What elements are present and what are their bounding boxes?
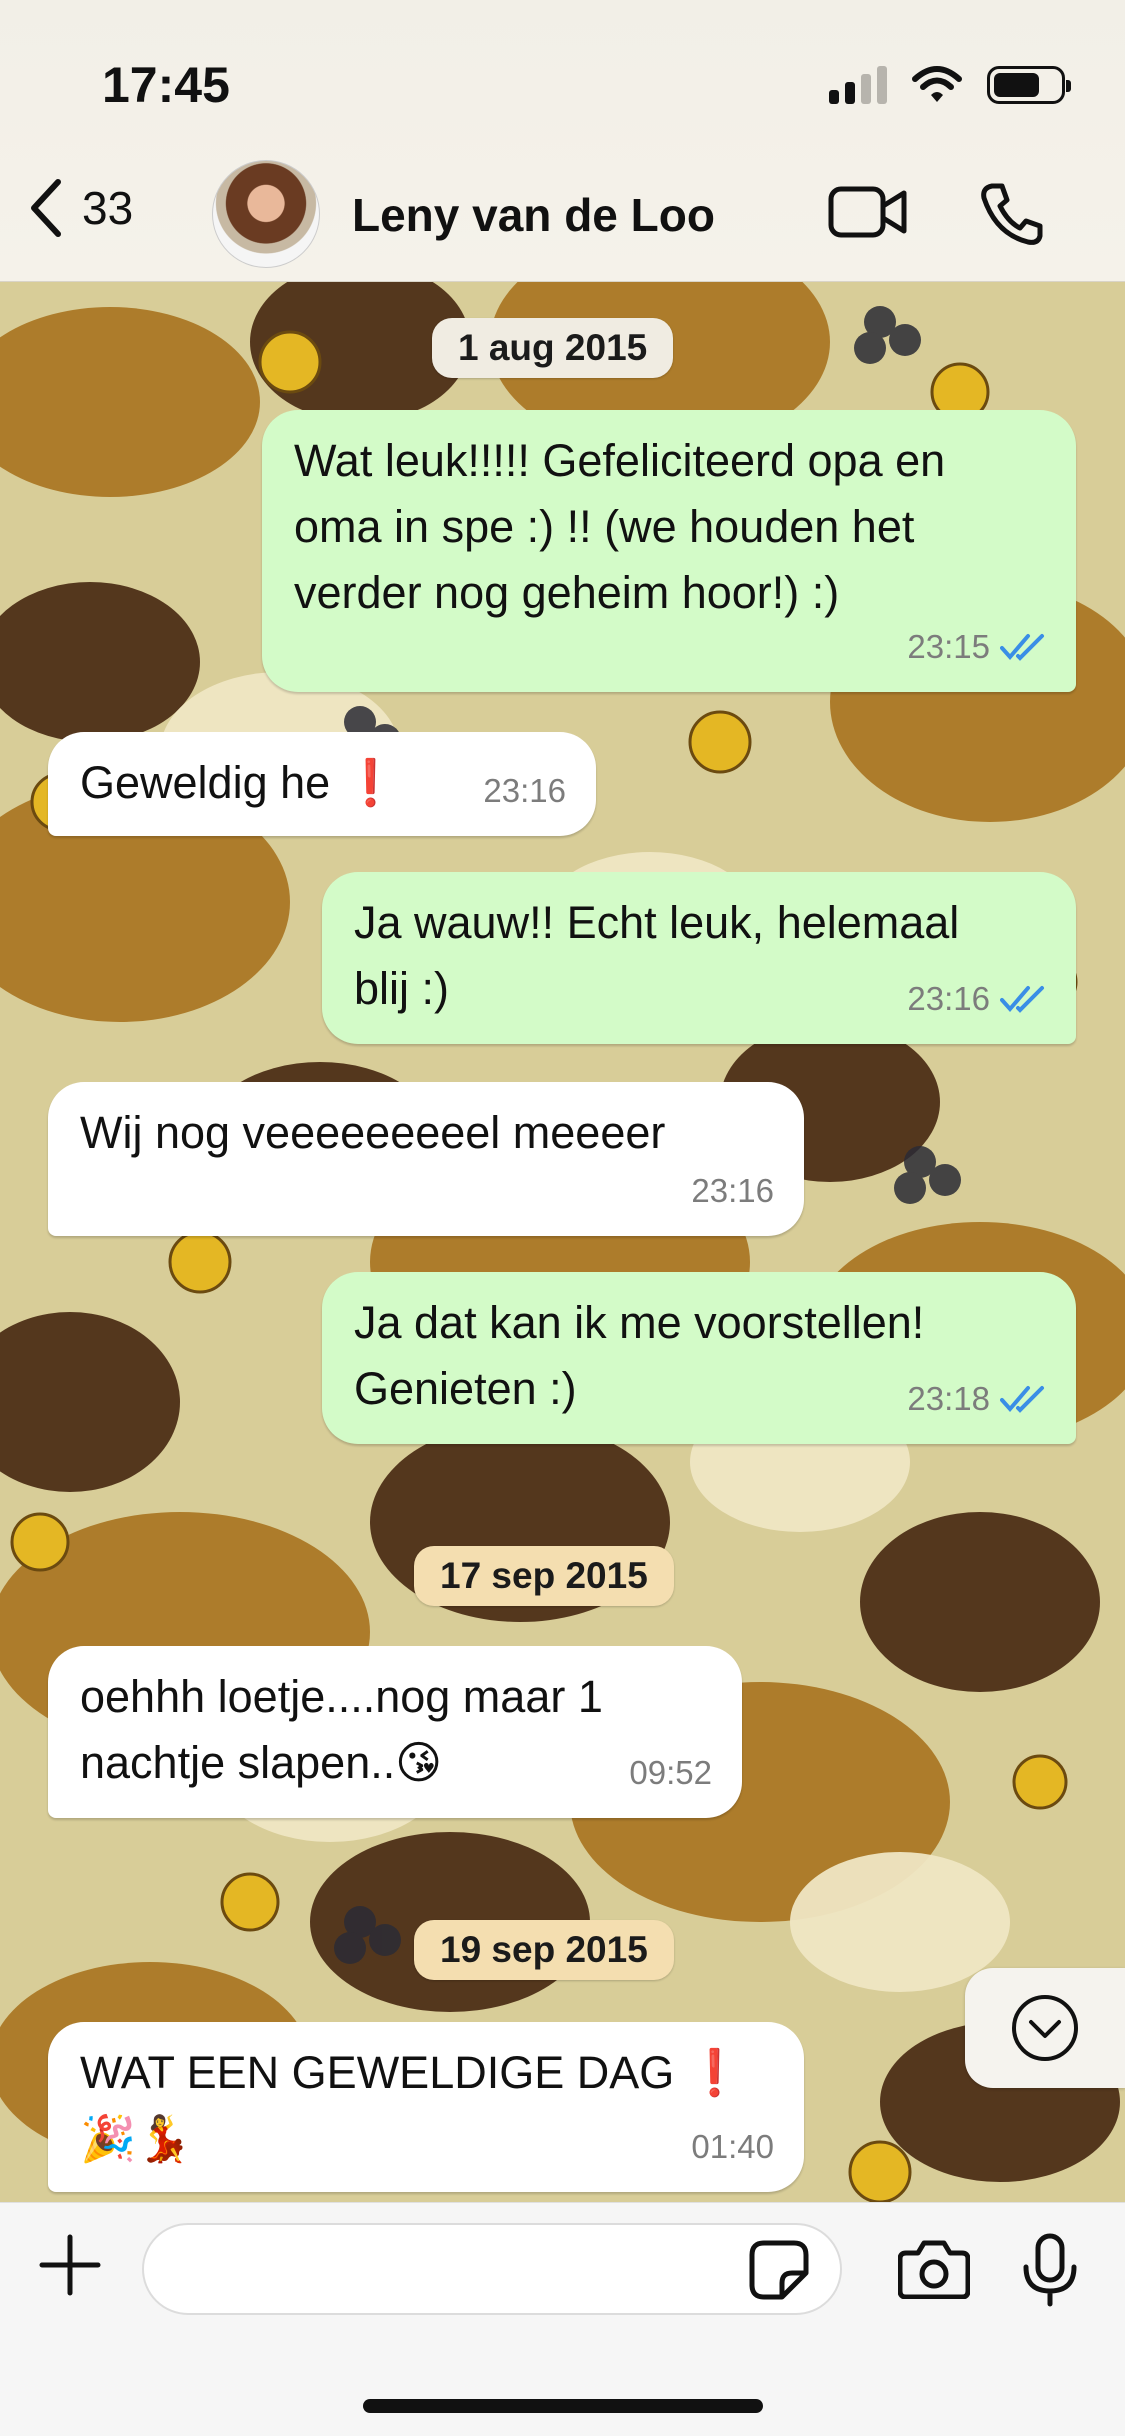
message-time: 23:16	[691, 1172, 774, 1209]
microphone-icon[interactable]	[1020, 2233, 1080, 2307]
double-check-read-icon	[1000, 986, 1044, 1013]
contact-avatar[interactable]	[212, 160, 320, 268]
message-outgoing[interactable]: Wat leuk!!!!! Gefeliciteerd opa en oma i…	[262, 410, 1076, 692]
status-icons	[829, 62, 1071, 108]
chevron-down-circle-icon	[1012, 1995, 1078, 2061]
message-incoming[interactable]: Wij nog veeeeeeeeel meeeer 23:16	[48, 1082, 804, 1236]
message-time: 23:16	[907, 980, 990, 1017]
chat-header: 17:45 33 Leny van de Loo	[0, 0, 1125, 282]
composer-bar	[0, 2202, 1125, 2436]
double-check-read-icon	[1000, 1386, 1044, 1413]
message-input[interactable]	[142, 2223, 842, 2315]
scroll-to-bottom-button[interactable]	[965, 1968, 1125, 2088]
message-text: WAT EEN GEWELDIGE DAG ❗ 🎉💃	[80, 2047, 743, 2164]
sticker-icon[interactable]	[748, 2239, 810, 2301]
date-label: 19 sep 2015	[440, 1929, 648, 1970]
message-outgoing[interactable]: Ja wauw!! Echt leuk, helemaal blij :) 23…	[322, 872, 1076, 1044]
message-meta: 23:15	[907, 614, 1048, 680]
home-indicator	[363, 2399, 763, 2413]
message-meta: 23:18	[907, 1366, 1048, 1432]
date-label: 1 aug 2015	[458, 327, 648, 368]
plus-icon[interactable]	[38, 2233, 102, 2297]
camera-icon[interactable]	[898, 2239, 970, 2299]
unread-count: 33	[82, 182, 134, 234]
cellular-signal-icon	[829, 66, 887, 104]
message-meta: 23:16	[691, 1158, 774, 1224]
wifi-icon	[912, 66, 962, 102]
message-time: 23:18	[907, 1380, 990, 1417]
message-incoming[interactable]: oehhh loetje....nog maar 1 nachtje slape…	[48, 1646, 742, 1818]
message-meta: 09:52	[629, 1740, 712, 1806]
date-separator: 1 aug 2015	[432, 318, 674, 378]
date-separator: 19 sep 2015	[414, 1920, 674, 1980]
message-time: 23:16	[483, 772, 566, 809]
message-incoming[interactable]: Geweldig he ❗ 23:16	[48, 732, 596, 836]
message-time: 09:52	[629, 1754, 712, 1791]
message-time: 01:40	[691, 2128, 774, 2165]
chevron-left-icon	[31, 179, 61, 237]
message-time: 23:15	[907, 628, 990, 665]
message-list[interactable]: 1 aug 2015 Wat leuk!!!!! Gefeliciteerd o…	[0, 282, 1125, 2202]
message-outgoing[interactable]: Ja dat kan ik me voorstellen! Genieten :…	[322, 1272, 1076, 1444]
contact-name[interactable]: Leny van de Loo	[352, 188, 715, 242]
phone-icon[interactable]	[978, 182, 1044, 246]
message-text: oehhh loetje....nog maar 1 nachtje slape…	[80, 1671, 603, 1788]
message-text: Wat leuk!!!!! Gefeliciteerd opa en oma i…	[294, 435, 946, 618]
date-label: 17 sep 2015	[440, 1555, 648, 1596]
message-incoming[interactable]: WAT EEN GEWELDIGE DAG ❗ 🎉💃 01:40	[48, 2022, 804, 2192]
back-button[interactable]: 33	[26, 178, 133, 238]
message-meta: 23:16	[483, 758, 566, 824]
battery-icon	[987, 66, 1071, 104]
video-camera-icon[interactable]	[828, 184, 908, 240]
date-separator: 17 sep 2015	[414, 1546, 674, 1606]
message-meta: 01:40	[691, 2114, 774, 2180]
message-meta: 23:16	[907, 966, 1048, 1032]
status-time: 17:45	[102, 57, 230, 113]
message-text: Wij nog veeeeeeeeel meeeer	[80, 1107, 666, 1158]
double-check-read-icon	[1000, 634, 1044, 661]
